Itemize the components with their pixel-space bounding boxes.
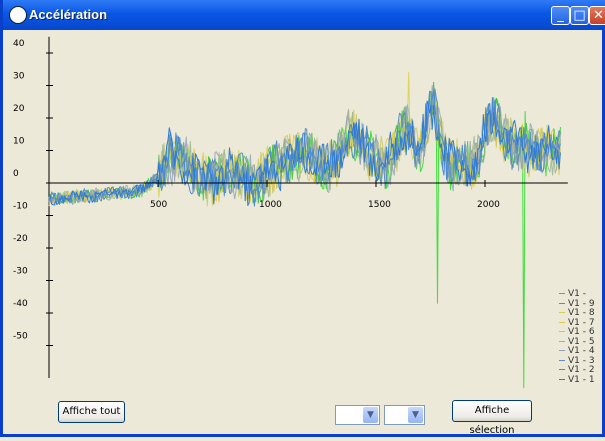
legend-label: V1 - 6 — [568, 327, 595, 337]
main-window: Accélération _ □ ✕ 40 30 20 10 0 -10 -20 -30 -40… — [0, 0, 605, 437]
legend-label: V1 - 5 — [568, 336, 595, 347]
y-tick-label: 10 — [13, 137, 25, 147]
x-tick-label: 1000 — [259, 200, 282, 210]
legend-swatch — [559, 331, 565, 332]
combo-select-2[interactable]: ▼ — [384, 405, 425, 425]
y-tick-label: 0 — [13, 169, 19, 179]
chevron-down-icon[interactable]: ▼ — [363, 407, 378, 423]
legend-swatch — [559, 302, 565, 304]
legend-swatch — [559, 312, 565, 313]
legend-item: V1 - — [559, 289, 586, 299]
legend-label: V1 - 8 — [568, 308, 595, 318]
legend-swatch — [559, 350, 565, 351]
legend-item: V1 - 2 — [559, 365, 595, 375]
y-tick-label: -20 — [13, 234, 28, 244]
acceleration-chart[interactable]: 40 30 20 10 0 -10 -20 -30 -40 -50 500 1000 1500 2000 — [3, 0, 603, 400]
legend-swatch — [559, 321, 565, 323]
show-selection-button[interactable]: Affiche sélection — [452, 400, 532, 436]
legend-item: V1 - 7 — [559, 318, 595, 328]
y-tick-label: 40 — [13, 39, 25, 49]
legend-item: V1 - 8 — [559, 308, 595, 318]
legend-item: V1 - 5 — [559, 337, 595, 347]
legend-swatch — [559, 293, 565, 294]
legend-label: V1 - 2 — [568, 365, 595, 375]
legend-swatch — [559, 340, 565, 342]
legend-item: V1 - 6 — [559, 327, 595, 337]
y-tick-label: -10 — [13, 202, 28, 212]
legend-item: V1 - 3 — [559, 356, 595, 366]
y-tick-label: 20 — [13, 104, 25, 114]
legend-swatch — [559, 359, 565, 361]
legend-label: V1 - 7 — [568, 317, 595, 328]
x-tick-label: 500 — [150, 200, 167, 210]
y-tick-label: -40 — [13, 299, 28, 309]
legend-label: V1 - — [568, 289, 586, 299]
y-tick-label: 30 — [13, 72, 25, 82]
legend-label: V1 - 1 — [568, 374, 595, 385]
legend-label: V1 - 3 — [568, 355, 595, 366]
legend-label: V1 - 4 — [568, 346, 595, 356]
combo-select-1[interactable]: ▼ — [335, 405, 380, 425]
legend-swatch — [559, 369, 565, 370]
show-all-button[interactable]: Affiche tout — [58, 401, 125, 423]
legend-item: V1 - 9 — [559, 299, 595, 309]
x-tick-label: 1500 — [368, 200, 391, 210]
legend-item: V1 - 4 — [559, 346, 595, 356]
chevron-down-icon[interactable]: ▼ — [408, 407, 423, 423]
y-tick-label: -50 — [13, 332, 28, 342]
legend-item: V1 - 1 — [559, 375, 595, 385]
x-tick-label: 2000 — [477, 200, 500, 210]
legend-label: V1 - 9 — [568, 298, 595, 309]
legend-swatch — [559, 378, 565, 380]
y-tick-label: -30 — [13, 267, 28, 277]
